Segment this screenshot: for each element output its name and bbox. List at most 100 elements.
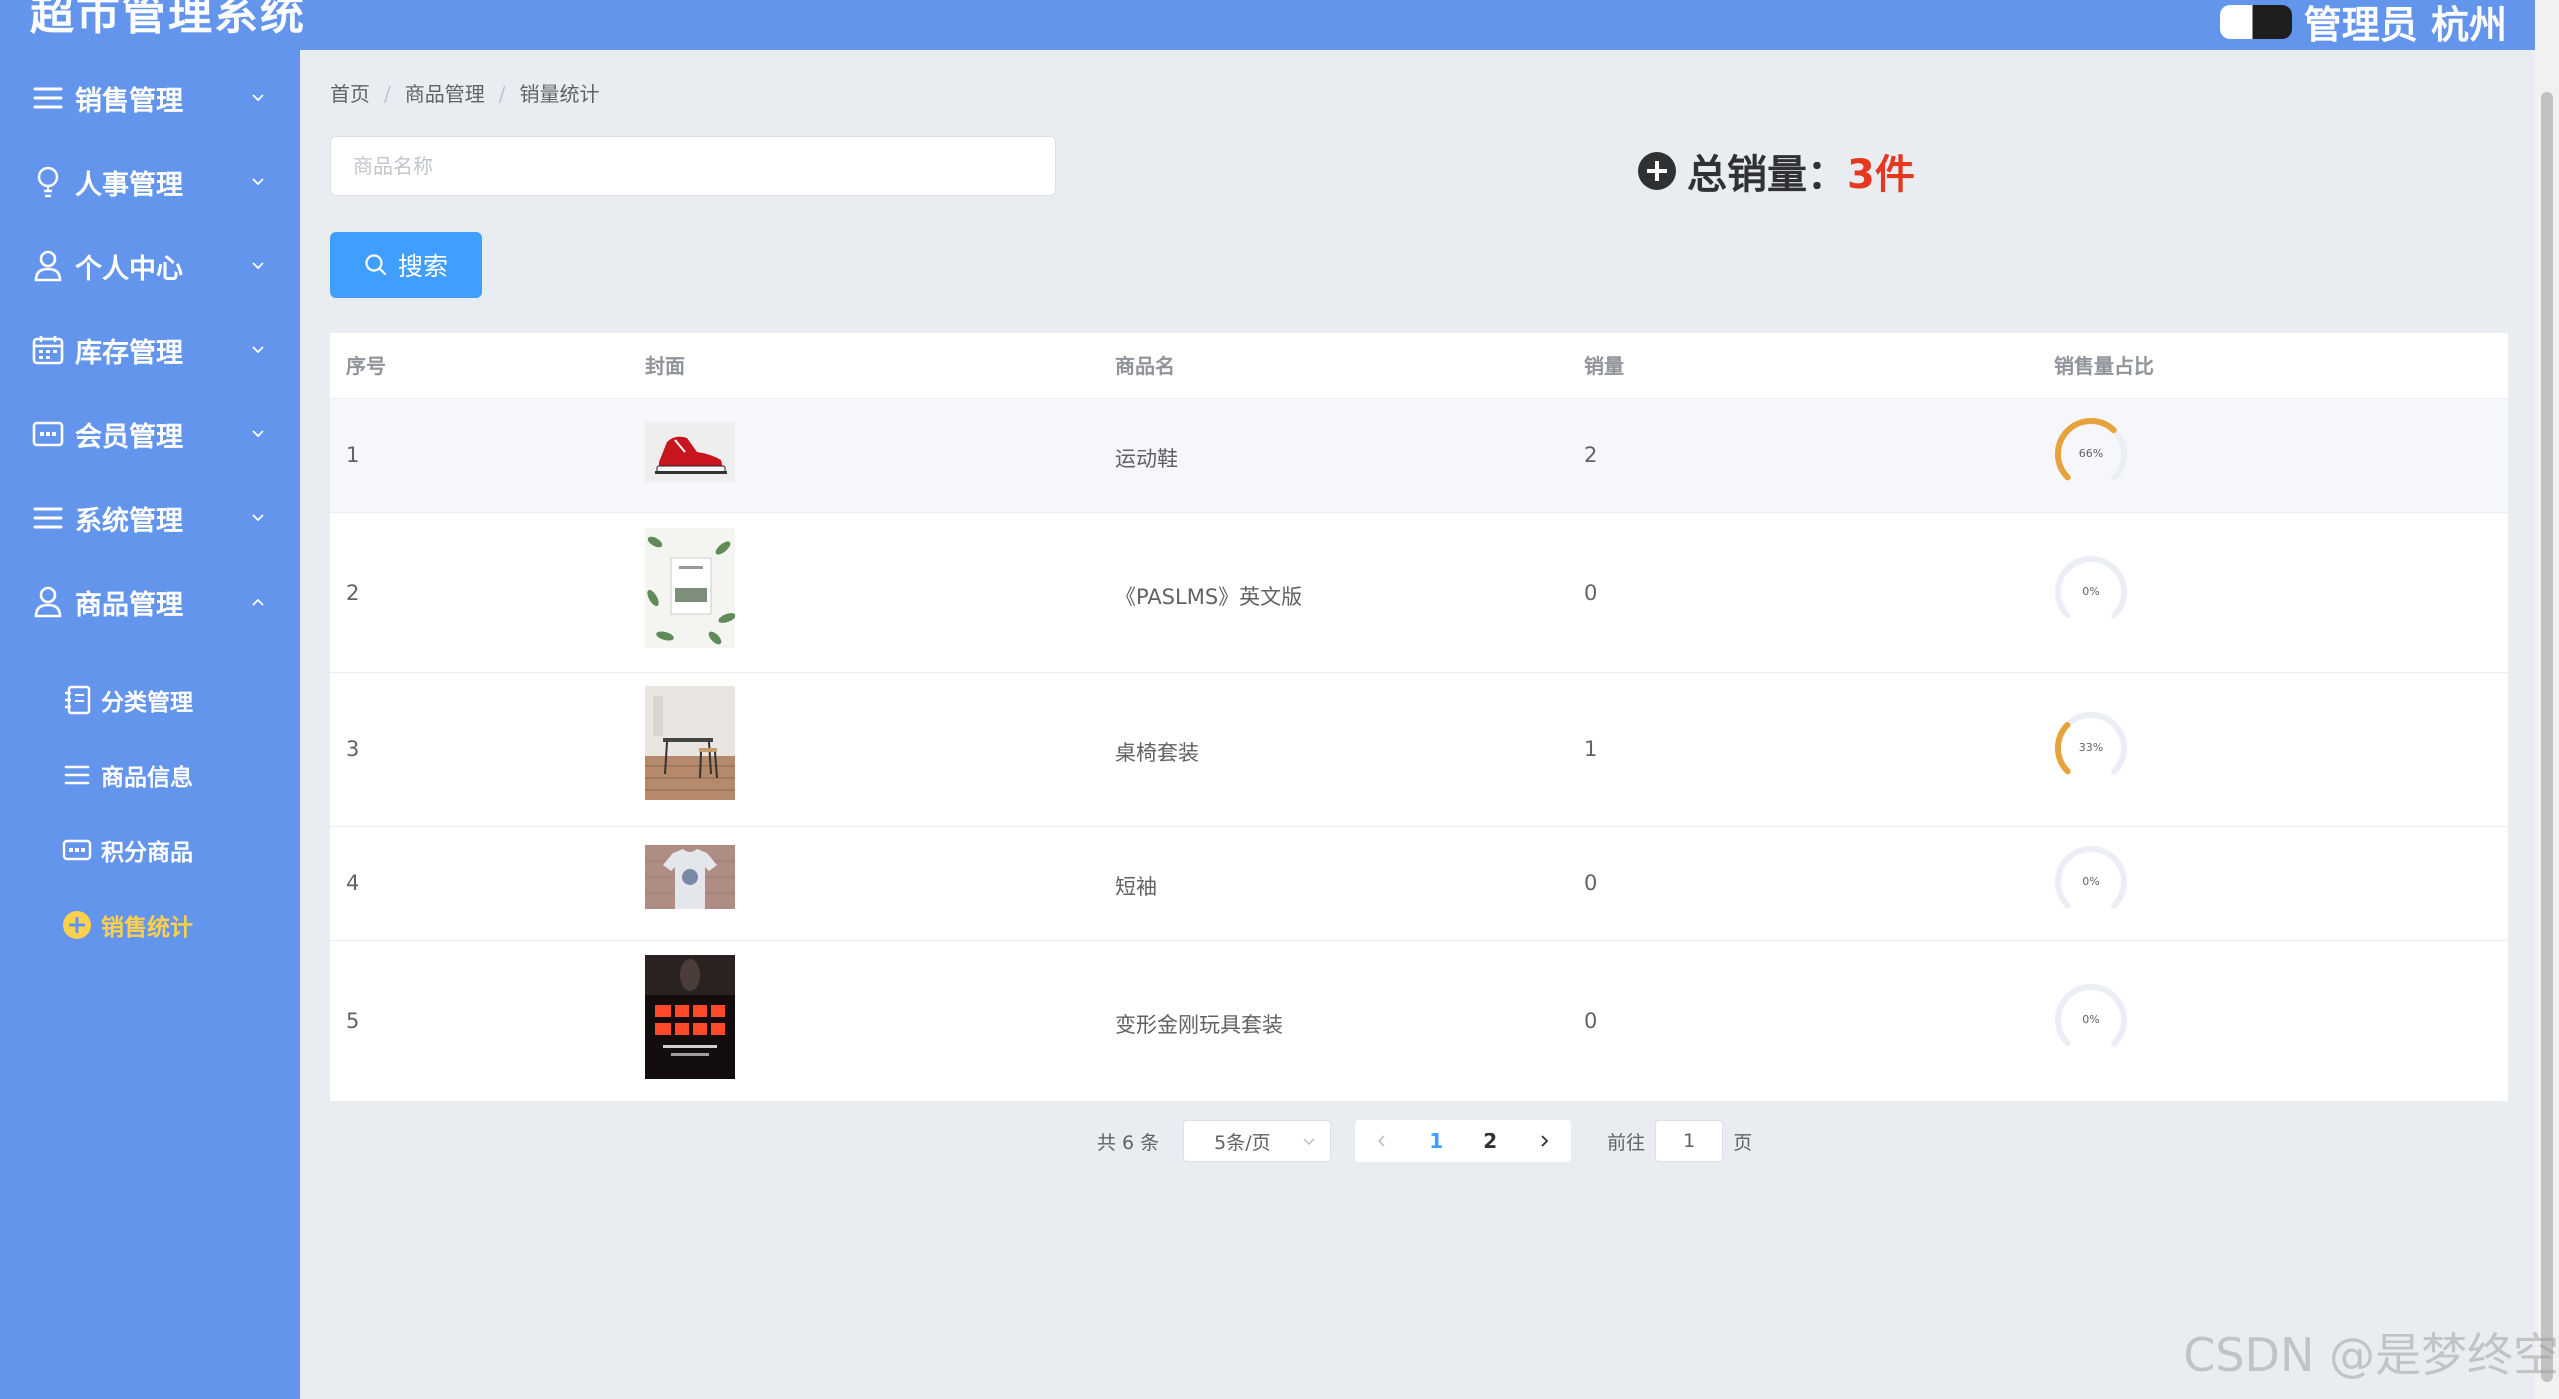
scrollbar-thumb[interactable] [2541,92,2553,1382]
cell-product-name: 运动鞋 [1115,447,1178,471]
desk-chair-image [645,686,735,800]
cell-sales: 0 [1584,1009,1598,1033]
page-scrollbar[interactable] [2535,0,2559,1399]
column-header-sales: 销量 [1584,354,1624,378]
sidebar-item-profile[interactable]: 个人中心 [0,236,300,296]
sidebar-item-system[interactable]: 系统管理 [0,488,300,548]
chevron-down-icon [252,346,264,354]
sidebar-item-sales[interactable]: 销售管理 [0,68,300,128]
sidebar-item-label: 系统管理 [75,505,183,537]
sidebar-subitem-product-info[interactable]: 商品信息 [0,747,300,803]
sales-share-gauge: 0% [2052,553,2130,631]
sidebar-subitem-points-products[interactable]: 积分商品 [0,822,300,878]
cell-product-name: 变形金刚玩具套装 [1115,1013,1283,1037]
sidebar-subitem-label: 销售统计 [101,915,193,941]
chevron-right-icon [1541,1135,1549,1147]
gauge-percent-label: 0% [2082,1013,2100,1026]
chevron-down-icon [252,262,264,270]
card-icon [62,835,92,865]
sidebar-item-inventory[interactable]: 库存管理 [0,320,300,380]
table-header: 序号 封面 商品名 销量 销售量占比 [330,333,2508,399]
sales-table: 序号 封面 商品名 销量 销售量占比 1 运动鞋 2 66% 2 《PASLMS… [330,333,2508,1101]
neon-poster-image [645,955,735,1079]
breadcrumb-current: 销量统计 [519,82,600,106]
breadcrumb-home[interactable]: 首页 [330,82,370,106]
search-button-label: 搜索 [397,252,448,281]
tshirt-image [645,845,735,909]
cell-sales: 1 [1584,737,1598,761]
sidebar-item-label: 库存管理 [75,337,183,369]
plus-circle-icon [1638,152,1676,190]
breadcrumb-products[interactable]: 商品管理 [405,82,485,106]
breadcrumb: 首页 / 商品管理 / 销量统计 [330,78,600,107]
search-button[interactable]: 搜索 [330,232,482,298]
book-leaves-image [645,528,735,648]
page-size-select[interactable]: 5条/页 [1183,1120,1332,1162]
sidebar: 销售管理 人事管理 个人中心 库存管理 会员管理 系统管理 商品管理 分类管理 … [0,50,300,1399]
cell-index: 3 [346,737,360,761]
page-jumper: 前往 页 [1607,1120,1752,1162]
app-title: 超市管理系统 [30,0,306,40]
user-name: 管理员 杭州 [2303,3,2507,47]
sidebar-subitem-category[interactable]: 分类管理 [0,672,300,728]
notebook-icon [62,685,92,715]
page-button-2[interactable]: 2 [1463,1120,1517,1162]
goto-suffix: 页 [1733,1131,1753,1154]
total-sales-label: 总销量： [1687,152,1847,198]
lightbulb-icon [32,166,64,198]
page-size-value: 5条/页 [1214,1131,1271,1154]
chevron-down-icon [252,178,264,186]
cell-index: 5 [346,1009,360,1033]
user-icon [32,586,64,618]
sidebar-item-hr[interactable]: 人事管理 [0,152,300,212]
avatar[interactable] [2219,4,2292,39]
sales-share-gauge: 33% [2052,709,2130,787]
sidebar-item-label: 销售管理 [75,85,183,117]
sidebar-item-label: 个人中心 [75,253,183,285]
list-icon [62,760,92,790]
sidebar-subitem-label: 分类管理 [101,690,193,716]
calendar-icon [32,334,64,366]
watermark: CSDN @是梦终空 [2183,1328,2559,1382]
user-menu[interactable]: 管理员 杭州 [2219,0,2507,49]
goto-prefix: 前往 [1607,1131,1646,1154]
cell-sales: 0 [1584,581,1598,605]
sidebar-subitem-label: 商品信息 [101,765,193,791]
table-row[interactable]: 2 《PASLMS》英文版 0 0% [330,513,2508,673]
prev-page-button[interactable] [1355,1120,1409,1162]
list-icon [32,502,64,534]
cell-index: 1 [346,443,360,467]
cell-sales: 2 [1584,443,1598,467]
total-sales-value: 3件 [1847,152,1915,198]
sales-share-gauge: 0% [2052,843,2130,921]
page-button-1[interactable]: 1 [1409,1120,1463,1162]
cell-product-name: 短袖 [1115,875,1157,899]
column-header-cover: 封面 [645,354,685,378]
sidebar-subitem-label: 积分商品 [101,840,193,866]
table-row[interactable]: 4 短袖 0 0% [330,827,2508,941]
product-name-search-input[interactable] [330,136,1056,196]
list-icon [32,82,64,114]
chevron-up-icon [252,598,264,606]
pager-controls: 1 2 [1355,1120,1572,1162]
next-page-button[interactable] [1517,1120,1571,1162]
table-row[interactable]: 1 运动鞋 2 66% [330,399,2508,513]
red-sneaker-image [645,422,735,482]
gauge-percent-label: 66% [2078,447,2104,460]
sidebar-item-label: 人事管理 [75,169,183,201]
table-row[interactable]: 5 变形金刚玩具套装 0 0% [330,941,2508,1101]
goto-page-input[interactable] [1655,1120,1724,1162]
column-header-index: 序号 [346,354,386,378]
sales-share-gauge: 66% [2052,415,2130,493]
breadcrumb-separator: / [384,82,391,106]
gauge-percent-label: 0% [2082,585,2100,598]
sidebar-item-label: 会员管理 [75,421,183,453]
chevron-down-icon [252,514,264,522]
column-header-share: 销售量占比 [2054,354,2154,378]
sidebar-subitem-sales-stats[interactable]: 销售统计 [0,897,300,953]
sidebar-item-products[interactable]: 商品管理 [0,572,300,632]
chevron-down-icon [252,94,264,102]
sidebar-item-members[interactable]: 会员管理 [0,404,300,464]
cell-index: 2 [346,581,360,605]
table-row[interactable]: 3 桌椅套装 1 33% [330,673,2508,827]
